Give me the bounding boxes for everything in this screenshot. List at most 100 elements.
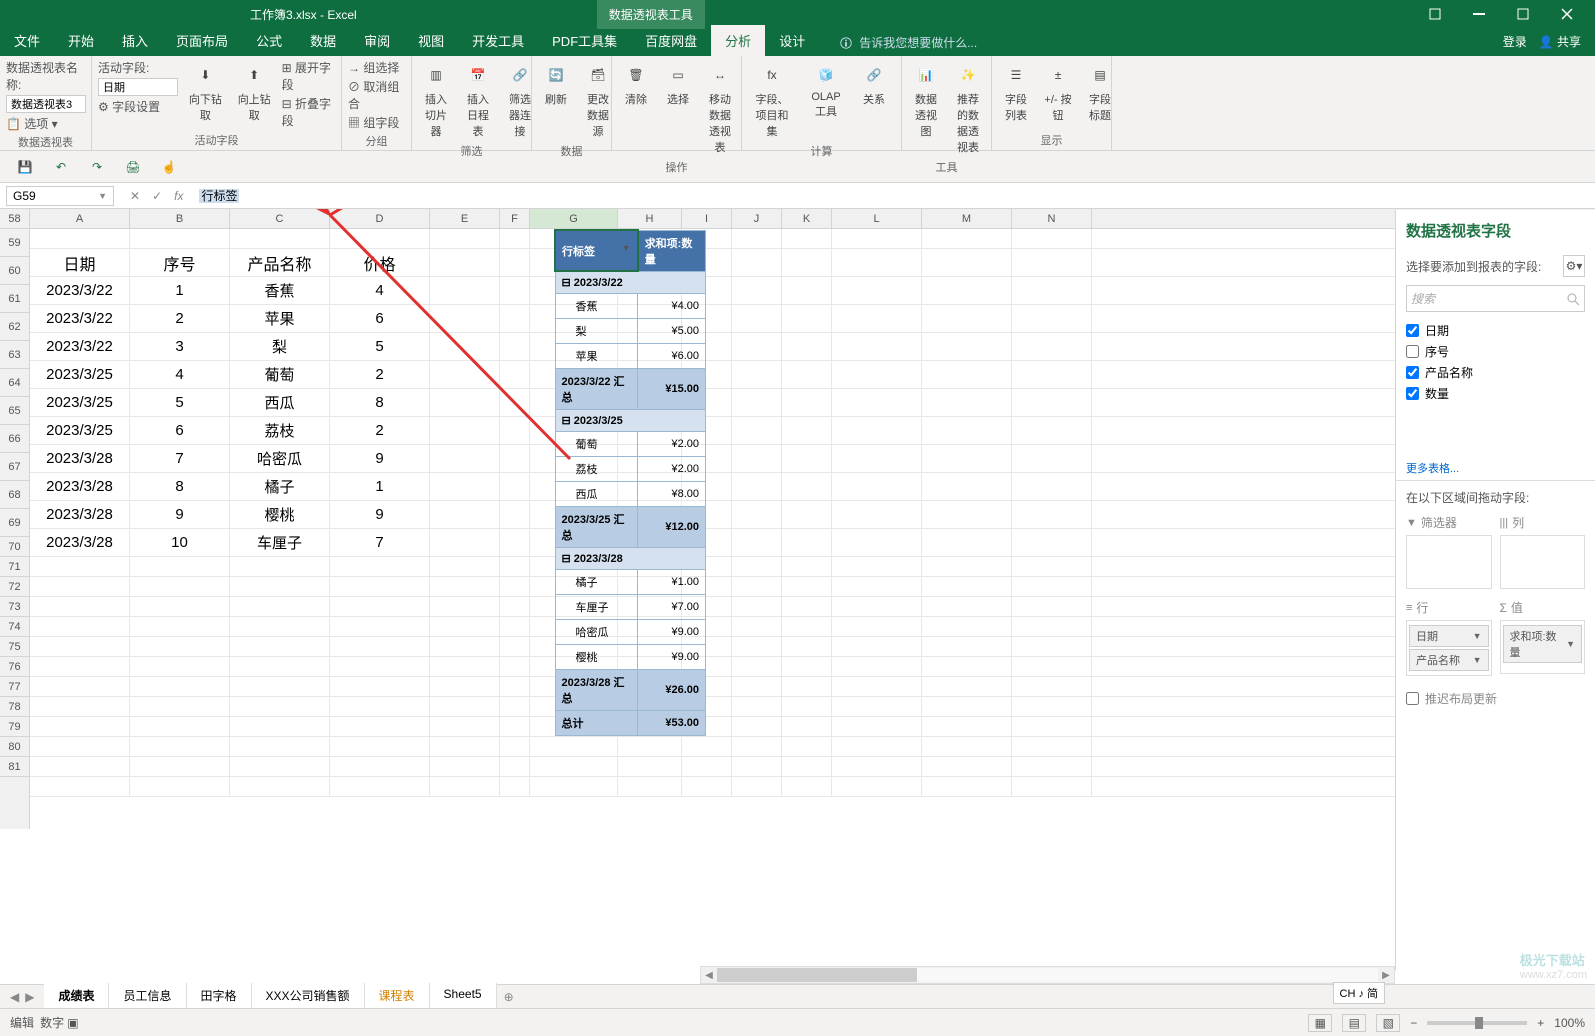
ribbon-tab[interactable]: 设计 <box>765 25 819 56</box>
row-headers[interactable]: 5859606162636465666768697071727374757677… <box>0 209 30 829</box>
insert-timeline-button[interactable]: 📅插入日程表 <box>460 59 496 141</box>
new-sheet-button[interactable]: ⊕ <box>497 990 521 1004</box>
status-num: 数字 <box>40 1014 64 1031</box>
share-button[interactable]: 👤 共享 <box>1539 33 1581 50</box>
ribbon-tab[interactable]: 页面布局 <box>162 25 242 56</box>
pivotchart-button[interactable]: 📊数据透视图 <box>908 59 944 141</box>
pvt-name-input[interactable] <box>6 95 86 113</box>
plusminus-button[interactable]: ±+/- 按钮 <box>1040 59 1076 125</box>
sign-in-button[interactable]: 登录 <box>1503 33 1527 50</box>
value-chip[interactable]: 求和项:数量▼ <box>1503 625 1583 663</box>
sheet-tab[interactable]: 成绩表 <box>44 983 109 1010</box>
row-zone[interactable]: ≡ 行日期▼产品名称▼ <box>1406 597 1492 676</box>
zoom-slider[interactable] <box>1427 1021 1527 1025</box>
normal-view-icon[interactable]: ▦ <box>1308 1014 1332 1032</box>
drill-down-button[interactable]: ⬇向下钻取 <box>184 59 227 125</box>
options-button[interactable]: 📋 选项 ▾ <box>6 115 86 132</box>
more-tables-link[interactable]: 更多表格... <box>1396 456 1595 480</box>
collapse-field-button[interactable]: ⊟ 折叠字段 <box>282 95 335 129</box>
sheet-tab[interactable]: 课程表 <box>365 983 430 1010</box>
defer-layout-checkbox[interactable]: 推迟布局更新 <box>1396 684 1595 713</box>
expand-field-button[interactable]: ⊞ 展开字段 <box>282 59 335 93</box>
column-zone[interactable]: ||| 列 <box>1500 512 1586 589</box>
ribbon-tab[interactable]: 审阅 <box>350 25 404 56</box>
change-source-button[interactable]: 🗃更改数据源 <box>580 59 616 141</box>
enter-icon[interactable]: ✓ <box>152 189 162 203</box>
ribbon-display-icon[interactable] <box>1415 0 1455 28</box>
print-icon[interactable]: 🖨 <box>122 156 144 178</box>
clear-button[interactable]: 🗑清除 <box>618 59 654 109</box>
refresh-button[interactable]: 🔄刷新 <box>538 59 574 109</box>
ribbon-tab[interactable]: 公式 <box>242 25 296 56</box>
ribbon-tab[interactable]: 开发工具 <box>458 25 538 56</box>
sheet-tab[interactable]: 员工信息 <box>109 983 186 1010</box>
zoom-out-button[interactable]: − <box>1410 1016 1417 1030</box>
ribbon-tab[interactable]: 视图 <box>404 25 458 56</box>
active-field-input[interactable] <box>98 78 178 96</box>
field-checkbox[interactable]: 产品名称 <box>1406 362 1585 383</box>
sheet-nav-prev[interactable]: ◀ <box>10 990 19 1004</box>
fx-icon[interactable]: fx <box>174 189 183 203</box>
drill-up-button[interactable]: ⬆向上钻取 <box>233 59 276 125</box>
formula-input[interactable]: 行标签 <box>193 185 1595 206</box>
field-list-button[interactable]: ☰字段列表 <box>998 59 1034 125</box>
ribbon-tab[interactable]: 文件 <box>0 25 54 56</box>
ribbon-tab[interactable]: PDF工具集 <box>538 25 631 56</box>
pivot-table[interactable]: 行标签 ▼求和项:数量⊟ 2023/3/22香蕉¥4.00梨¥5.00苹果¥6.… <box>554 229 706 736</box>
recommended-pvt-button[interactable]: ✨推荐的数据透视表 <box>950 59 986 157</box>
cells-area[interactable]: 日期序号产品名称价格2023/3/221香蕉42023/3/222苹果62023… <box>30 229 1595 797</box>
field-list[interactable]: 日期 序号 产品名称 数量 <box>1396 316 1595 456</box>
ribbon-tab[interactable]: 插入 <box>108 25 162 56</box>
ribbon-tab[interactable]: 开始 <box>54 25 108 56</box>
field-headers-button[interactable]: ▤字段标题 <box>1082 59 1118 125</box>
field-checkbox[interactable]: 数量 <box>1406 383 1585 404</box>
tell-me[interactable]: 告诉我您想要做什么... <box>839 34 977 56</box>
redo-icon[interactable]: ↷ <box>86 156 108 178</box>
maximize-icon[interactable] <box>1503 0 1543 28</box>
select-button[interactable]: ▭选择 <box>660 59 696 109</box>
move-pvt-button[interactable]: ↔移动数据透视表 <box>702 59 738 157</box>
column-headers[interactable]: ABCDEFGHIJKLMN <box>30 209 1595 229</box>
zoom-in-button[interactable]: + <box>1537 1016 1544 1030</box>
filter-zone[interactable]: ▼ 筛选器 <box>1406 512 1492 589</box>
close-icon[interactable] <box>1547 0 1587 28</box>
relations-button[interactable]: 🔗关系 <box>856 59 892 109</box>
sheet-tab[interactable]: Sheet5 <box>430 983 497 1010</box>
row-chip[interactable]: 日期▼ <box>1409 625 1489 647</box>
pagebreak-view-icon[interactable]: ▧ <box>1376 1014 1400 1032</box>
name-box[interactable]: G59▼ <box>6 186 114 206</box>
field-search-input[interactable]: 搜索 <box>1406 285 1585 312</box>
minimize-icon[interactable] <box>1459 0 1499 28</box>
cancel-icon[interactable]: ✕ <box>130 189 140 203</box>
ime-indicator[interactable]: CH ♪ 简 <box>1333 982 1386 1004</box>
pagelayout-view-icon[interactable]: ▤ <box>1342 1014 1366 1032</box>
ribbon-tab[interactable]: 百度网盘 <box>631 25 711 56</box>
zoom-level[interactable]: 100% <box>1554 1016 1585 1030</box>
pivot-field-pane: 数据透视表字段 选择要添加到报表的字段: ⚙▾ 搜索 日期 序号 产品名称 数量… <box>1395 210 1595 970</box>
sheet-tab[interactable]: 田字格 <box>187 983 252 1010</box>
macro-record-icon[interactable]: ▣ <box>67 1016 78 1030</box>
insert-slicer-button[interactable]: ▥插入切片器 <box>418 59 454 141</box>
status-bar: 编辑 数字 ▣ ▦ ▤ ▧ − + 100% <box>0 1008 1595 1036</box>
field-settings-button[interactable]: ⚙ 字段设置 <box>98 98 178 115</box>
ribbon-tab[interactable]: 分析 <box>711 25 765 56</box>
field-checkbox[interactable]: 序号 <box>1406 341 1585 362</box>
touch-icon[interactable]: ☝ <box>158 156 180 178</box>
row-chip[interactable]: 产品名称▼ <box>1409 649 1489 671</box>
ribbon-tabs: 文件开始插入页面布局公式数据审阅视图开发工具PDF工具集百度网盘分析设计 告诉我… <box>0 28 1595 56</box>
gear-icon[interactable]: ⚙▾ <box>1563 255 1585 277</box>
ribbon-tab[interactable]: 数据 <box>296 25 350 56</box>
group-selection-button[interactable]: → 组选择 <box>348 59 405 76</box>
olap-tools-button[interactable]: 🧊OLAP 工具 <box>802 59 850 121</box>
group-field-button[interactable]: ▦ 组字段 <box>348 114 405 131</box>
pvt-name-label: 数据透视表名称: <box>6 59 86 93</box>
undo-icon[interactable]: ↶ <box>50 156 72 178</box>
fields-items-button[interactable]: fx字段、项目和集 <box>748 59 796 141</box>
field-checkbox[interactable]: 日期 <box>1406 320 1585 341</box>
horizontal-scrollbar[interactable]: ◀▶ <box>700 966 1395 984</box>
save-icon[interactable]: 💾 <box>14 156 36 178</box>
ungroup-button[interactable]: ⊘ 取消组合 <box>348 78 405 112</box>
values-zone[interactable]: Σ 值求和项:数量▼ <box>1500 597 1586 676</box>
sheet-tab[interactable]: XXX公司销售额 <box>252 983 365 1010</box>
sheet-nav-next[interactable]: ▶ <box>25 990 34 1004</box>
